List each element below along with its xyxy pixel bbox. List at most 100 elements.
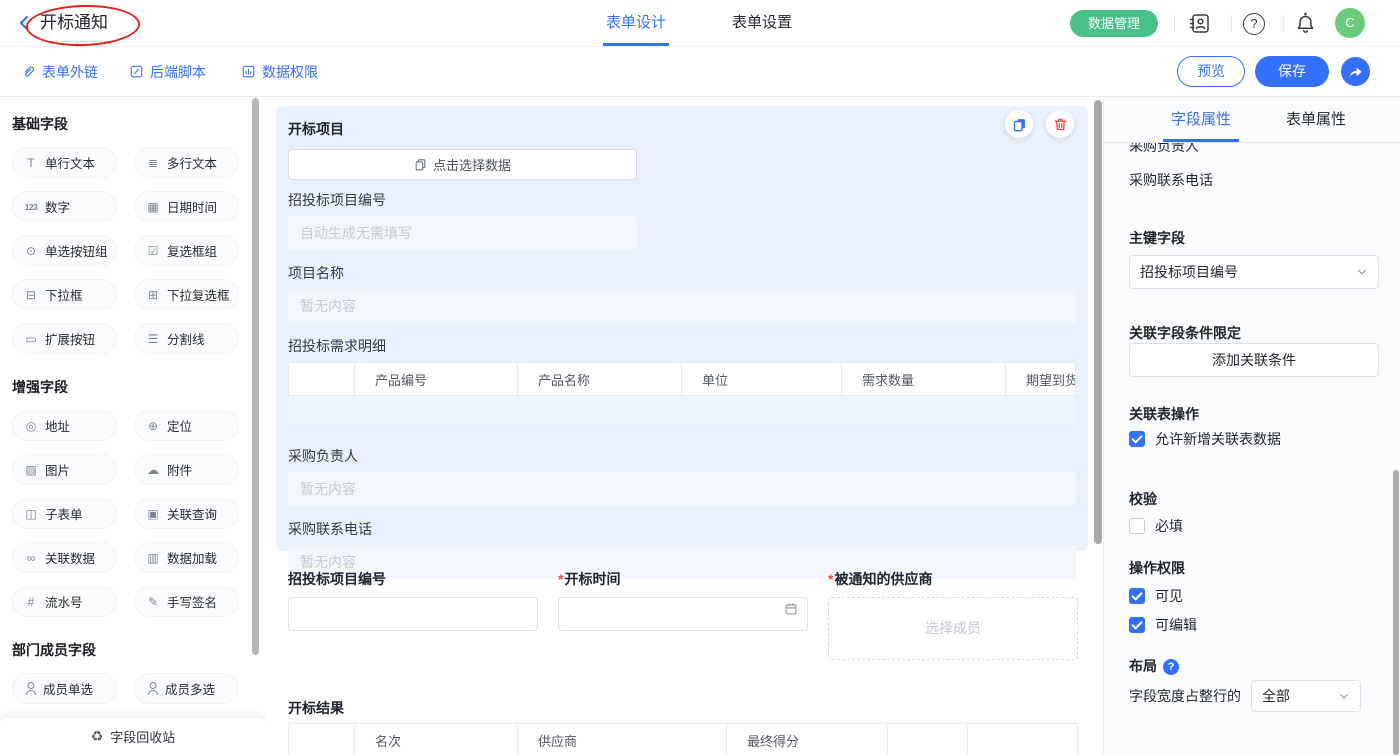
field-item-checkbox-group[interactable]: ☑复选框组 <box>134 235 239 266</box>
visible-checkbox[interactable]: 可见 <box>1129 586 1183 606</box>
table-header-cell: 需求数量 <box>842 363 1006 395</box>
primary-key-select[interactable]: 招投标项目编号 <box>1129 255 1379 289</box>
divider <box>1231 15 1232 32</box>
bid-project-no-input[interactable] <box>288 216 637 250</box>
page-title[interactable]: 开标通知 <box>40 0 108 46</box>
field-item-relation-query[interactable]: ▣关联查询 <box>134 498 239 529</box>
select-icon: ⊟ <box>23 288 39 302</box>
multi-line-text-icon: ≣ <box>145 156 161 170</box>
result-table-header: 名次 供应商 最终得分 <box>288 723 1078 755</box>
field-recycle-bin[interactable]: ♻ 字段回收站 <box>0 717 266 755</box>
field-item-signature[interactable]: ✎手写签名 <box>134 586 239 617</box>
sidebar-scrollbar[interactable] <box>252 98 259 655</box>
field-label: 采购负责人 <box>288 446 1076 466</box>
add-relation-condition-button[interactable]: 添加关联条件 <box>1129 343 1379 377</box>
allow-add-relation-checkbox[interactable]: 允许新增关联表数据 <box>1129 429 1281 449</box>
field-item-radio-group[interactable]: ⊙单选按钮组 <box>12 235 117 266</box>
field-item-member-single[interactable]: 成员单选 <box>12 673 117 704</box>
preview-button[interactable]: 预览 <box>1177 56 1245 87</box>
permission-icon <box>241 64 256 79</box>
field-item-relation-data[interactable]: ∞关联数据 <box>12 542 117 573</box>
table-header-cell: 名次 <box>355 724 518 755</box>
panel-scrollbar[interactable] <box>1393 470 1399 755</box>
back-icon[interactable] <box>17 15 32 31</box>
result-table-label: 开标结果 <box>288 698 344 718</box>
member-single-icon <box>24 682 37 695</box>
delete-field-button[interactable] <box>1046 110 1074 138</box>
multi-select-icon: ⊞ <box>145 288 161 302</box>
notification-bell-icon[interactable] <box>1294 11 1317 35</box>
field-item-serial-number[interactable]: #流水号 <box>12 586 117 617</box>
permission-label: 操作权限 <box>1129 558 1185 578</box>
share-arrow-icon <box>1348 65 1363 78</box>
checkbox-checked-icon <box>1129 431 1145 447</box>
field-item-location[interactable]: ⊕定位 <box>134 410 239 441</box>
field-item-datetime[interactable]: ▦日期时间 <box>134 191 239 222</box>
field-item-single-line-text[interactable]: T单行文本 <box>12 147 117 178</box>
radio-group-icon: ⊙ <box>23 244 39 258</box>
project-name-input[interactable] <box>288 289 1076 323</box>
panel-tabs: 字段属性 表单属性 <box>1104 97 1400 143</box>
section-title-basic-fields: 基础字段 <box>12 114 266 134</box>
data-manage-button[interactable]: 数据管理 <box>1070 10 1158 37</box>
save-button[interactable]: 保存 <box>1255 56 1329 87</box>
form-external-link[interactable]: 表单外链 <box>21 47 98 96</box>
tab-field-properties[interactable]: 字段属性 <box>1171 97 1231 142</box>
field-item-image[interactable]: ▨图片 <box>12 454 117 485</box>
table-header-cell: 产品编号 <box>355 363 518 395</box>
trash-icon <box>1053 117 1068 132</box>
member-multi-icon <box>146 682 159 695</box>
duplicate-field-button[interactable] <box>1005 110 1033 138</box>
field-item-multi-select[interactable]: ⊞下拉复选框 <box>134 279 239 310</box>
purchase-owner-input[interactable] <box>288 472 1076 506</box>
panel-active-tab-underline <box>1163 139 1239 142</box>
contact-book-icon[interactable] <box>1188 12 1211 35</box>
script-icon <box>129 64 144 79</box>
select-data-button[interactable]: 点击选择数据 <box>288 149 637 180</box>
properties-panel: 字段属性 表单属性 采购负责人 采购联系电话 主键字段 招投标项目编号 关联字段… <box>1103 97 1400 755</box>
panel-field-name: 采购联系电话 <box>1129 170 1213 190</box>
backend-script-link[interactable]: 后端脚本 <box>129 47 206 96</box>
relation-condition-label: 关联字段条件限定 <box>1129 323 1241 343</box>
select-member-box[interactable]: 选择成员 <box>828 597 1078 660</box>
field-item-extend-button[interactable]: ▭扩展按钮 <box>12 323 117 354</box>
field-width-select[interactable]: 全部 <box>1251 680 1361 712</box>
bid-project-no-field: 招投标项目编号 <box>288 569 538 631</box>
field-item-number[interactable]: 123数字 <box>12 191 117 222</box>
share-button[interactable] <box>1341 57 1370 86</box>
field-item-divider[interactable]: ☰分割线 <box>134 323 239 354</box>
field-item-data-load[interactable]: ▥数据加载 <box>134 542 239 573</box>
tab-form-properties[interactable]: 表单属性 <box>1286 97 1346 142</box>
form-designer-app: 开标通知 表单设计 表单设置 数据管理 ? C <box>0 0 1400 755</box>
layout-help-icon[interactable]: ? <box>1163 659 1179 675</box>
title-edit-underline <box>41 41 117 42</box>
copy-icon <box>414 158 427 171</box>
number-icon: 123 <box>23 202 39 212</box>
field-item-member-multi[interactable]: 成员多选 <box>134 673 239 704</box>
open-bid-time-input[interactable] <box>558 597 808 631</box>
editable-checkbox[interactable]: 可编辑 <box>1129 615 1197 635</box>
tab-form-design[interactable]: 表单设计 <box>603 0 669 46</box>
field-item-multi-line-text[interactable]: ≣多行文本 <box>134 147 239 178</box>
primary-key-label: 主键字段 <box>1129 228 1185 248</box>
copy-icon <box>1012 117 1027 132</box>
field-item-address[interactable]: ◎地址 <box>12 410 117 441</box>
serial-number-icon: # <box>23 595 39 609</box>
field-item-select[interactable]: ⊟下拉框 <box>12 279 117 310</box>
field-item-attachment[interactable]: ☁附件 <box>134 454 239 485</box>
relation-data-card-selected[interactable]: 开标项目 点击选择数据 招投标项目编号 项目名称 招投标需求明细 产品编号 产品… <box>276 106 1088 551</box>
field-item-subform[interactable]: ◫子表单 <box>12 498 117 529</box>
canvas-scrollbar[interactable] <box>1094 100 1102 544</box>
data-permission-link[interactable]: 数据权限 <box>241 47 318 96</box>
card-title: 开标项目 <box>288 106 1076 139</box>
open-bid-time-field: *开标时间 <box>558 569 808 631</box>
divider <box>1174 15 1175 32</box>
calendar-icon[interactable] <box>784 602 798 616</box>
bid-project-no-bottom-input[interactable] <box>288 597 538 631</box>
tab-form-settings[interactable]: 表单设置 <box>729 0 795 46</box>
active-tab-underline <box>603 43 669 46</box>
relation-query-icon: ▣ <box>145 507 161 521</box>
help-icon[interactable]: ? <box>1243 13 1265 35</box>
user-avatar[interactable]: C <box>1335 8 1365 38</box>
required-checkbox[interactable]: 必填 <box>1129 516 1183 536</box>
